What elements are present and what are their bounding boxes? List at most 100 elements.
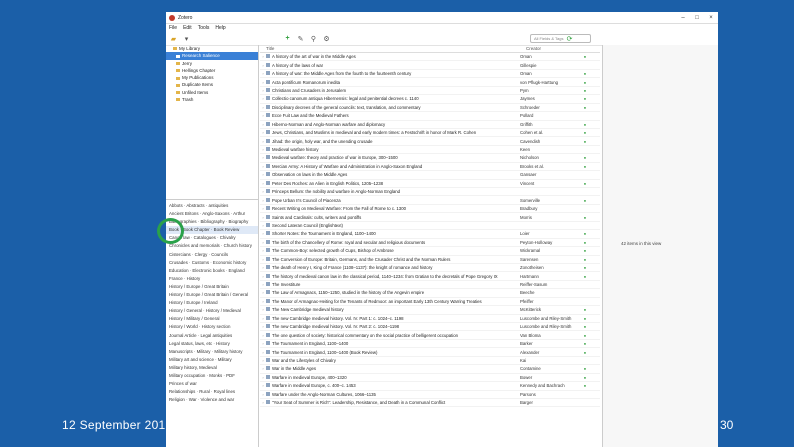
table-row[interactable]: › Saints and Cardinals: cults, writers an… [260,213,600,222]
attachment-icon[interactable]: ● [580,366,590,371]
table-row[interactable]: › The Law of Armagnacs, 1150–1250, studie… [260,289,600,298]
tag-item[interactable]: Education · Electronic books · England [166,267,258,275]
attachment-icon[interactable]: ● [580,198,590,203]
attachment-icon[interactable]: ● [580,248,590,253]
tag-item[interactable]: History / World · History section [166,323,258,331]
attachment-icon[interactable]: ● [580,265,590,270]
collection-item[interactable]: Hellings Chapter [166,67,258,74]
attachment-icon[interactable]: ● [580,122,590,127]
maximize-icon[interactable]: □ [690,15,704,21]
close-icon[interactable]: × [704,15,718,21]
tag-item[interactable]: Chronicles and memorials · Church histor… [166,242,258,250]
table-row[interactable]: › The Investiture Reiffer-Sasum [260,281,600,290]
table-row[interactable]: › Medieval warfare history Keen [260,146,600,155]
menu-file[interactable]: File [169,25,177,31]
table-row[interactable]: › Medieval warfare: theory and practice o… [260,154,600,163]
table-row[interactable]: › Acta pontificum Romanorum inedita von Pf… [260,78,600,87]
attachment-icon[interactable]: ● [580,316,590,321]
attachment-icon[interactable]: ● [580,105,590,110]
table-row[interactable]: › Mercian Army: A History of Warfare and … [260,163,600,172]
table-row[interactable]: › Pope Urban II's Council of Piacenza Some… [260,196,600,205]
tag-item[interactable]: History / Europe / Great Britain [166,283,258,291]
tag-item[interactable]: France · History [166,275,258,283]
attachment-icon[interactable]: ● [580,231,590,236]
table-row[interactable]: › Jihad: the origin, holy war, and the un… [260,137,600,146]
new-note-icon[interactable]: ✎ [296,34,305,43]
tag-item[interactable]: Relationships · Rural · Royal lines [166,388,258,396]
collection-item[interactable]: Unfiled Items [166,89,258,96]
menu-tools[interactable]: Tools [198,25,210,31]
table-row[interactable]: › Warfare in medieval Europe, 400–1320 Bow… [260,374,600,383]
column-creator[interactable]: Creator [526,46,586,51]
table-row[interactable]: › The birth of the Chancellery of Rome: r… [260,239,600,248]
table-row[interactable]: › Warfare in medieval Europe, c. 400–c. 1… [260,382,600,391]
library-actions-icon[interactable]: ▾ [182,34,191,43]
attachment-icon[interactable]: ● [580,164,590,169]
table-row[interactable]: › Shorter Notes: the Tournament in Englan… [260,230,600,239]
table-row[interactable]: › The Tournament in England, 1100–1400 (B… [260,348,600,357]
table-row[interactable]: › Disciplinary decrees of the general cou… [260,104,600,113]
tag-item[interactable]: History / Europe / Great Britain / Gener… [166,291,258,299]
table-row[interactable]: › Christians and Crusaders in Jerusalem Py… [260,87,600,96]
attachment-icon[interactable]: ● [580,333,590,338]
collection-item[interactable]: My Publications [166,74,258,81]
table-row[interactable]: › Warfare under the Anglo-Norman Cultures… [260,391,600,399]
menu-help[interactable]: Help [215,25,225,31]
table-row[interactable]: › "Your Seat of Summer is Rich": Leadersh… [260,399,600,408]
table-row[interactable]: › The death of Henry I, King of France (1… [260,264,600,273]
tag-item[interactable]: Military history, Medieval [166,364,258,372]
attachment-icon[interactable]: ● [580,350,590,355]
table-row[interactable]: › The new Cambridge medieval history. Vol… [260,323,600,332]
table-row[interactable]: › The history of medieval canon law in th… [260,272,600,281]
table-row[interactable]: › Peter Des Roches: an Alien in English P… [260,180,600,188]
tag-item[interactable]: Abbots · Abstracts · antiquities [166,202,258,210]
tag-item[interactable]: Legal status, laws, etc · History [166,340,258,348]
tag-item[interactable]: History / Europe / Ireland [166,299,258,307]
collection-item[interactable]: Trash [166,96,258,103]
table-row[interactable]: › The Common-Boy: selected growth of Cups… [260,247,600,256]
table-row[interactable]: › Hiberno-Norman and Anglo-Norman warfare… [260,121,600,129]
collection-item[interactable]: Duplicate Items [166,81,258,88]
table-row[interactable]: › Second Lateran Council (Englishtext) [260,222,600,231]
attachment-icon[interactable]: ● [580,96,590,101]
search-input[interactable]: All Fields & Tags [530,34,591,43]
collection-item[interactable]: Research Salience [166,52,258,60]
table-row[interactable]: › The Tournament in England, 1100–1400 Bar… [260,340,600,349]
table-row[interactable]: › Jews, Christians, and Muslims in mediev… [260,129,600,138]
tag-item[interactable]: Religion · War · Violence and war [166,396,258,404]
table-row[interactable]: › The Conversion of Europe: Britain, Germ… [260,256,600,264]
attach-icon[interactable]: ⚲ [309,34,318,43]
table-row[interactable]: › The New Cambridge medieval history McKit… [260,306,600,315]
attachment-icon[interactable]: ● [580,181,590,186]
tag-item[interactable]: Princes of war [166,380,258,388]
tag-item[interactable]: Military art and science · Military [166,356,258,364]
tag-item[interactable]: Manuscripts · Military · Military histor… [166,348,258,356]
minimize-icon[interactable]: – [676,15,690,21]
tag-item[interactable]: Crusades · Customs · Economic history [166,259,258,267]
tag-item[interactable]: Cistercians · Clergy · Councils [166,251,258,259]
attachment-icon[interactable]: ● [580,215,590,220]
tag-item[interactable]: Journal Article · Legal antiquities [166,332,258,340]
attachment-icon[interactable]: ● [580,307,590,312]
attachment-icon[interactable]: ● [580,383,590,388]
menu-edit[interactable]: Edit [183,25,192,31]
table-row[interactable]: › The one question of society: historical… [260,331,600,340]
attachment-icon[interactable]: ● [580,341,590,346]
table-row[interactable]: › The new Cambridge medieval history. Vol… [260,315,600,323]
table-row[interactable]: › Observation on laws in the Middle Ages G… [260,171,600,180]
table-row[interactable]: › The Manor of Armagnac-Heiting for the T… [260,298,600,307]
attachment-icon[interactable]: ● [580,274,590,279]
tag-item[interactable]: Military occupation · Monks · PDF [166,372,258,380]
attachment-icon[interactable]: ● [580,324,590,329]
tag-item[interactable]: History / Military / General [166,315,258,323]
attachment-icon[interactable]: ● [580,155,590,160]
table-row[interactable]: › A history of the art of war in the Midd… [260,53,600,62]
table-row[interactable]: › Recent Writing on Medieval Warfare: Fro… [260,205,600,214]
attachment-icon[interactable]: ● [580,54,590,59]
new-collection-icon[interactable]: ▰ [169,34,178,43]
table-row[interactable]: › War and the Lifestyles of Chivalry Kai [260,357,600,366]
collection-item[interactable]: My Library [166,45,258,52]
attachment-icon[interactable]: ● [580,240,590,245]
table-row[interactable]: › Ecce Fuit Law and the Medieval Fathers P… [260,112,600,121]
new-item-icon[interactable]: + [283,34,292,43]
